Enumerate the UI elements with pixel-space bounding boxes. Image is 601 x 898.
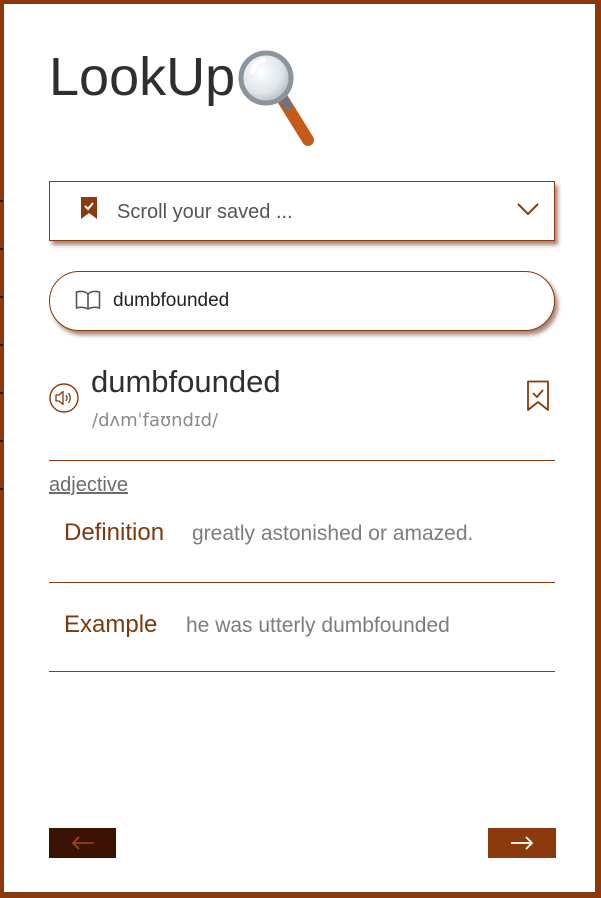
example-label: Example: [64, 611, 158, 638]
speaker-icon[interactable]: [49, 383, 79, 413]
entry-word: dumbfounded: [91, 364, 281, 399]
search-input[interactable]: [113, 288, 513, 314]
example-text: he was utterly dumbfounded: [186, 614, 450, 637]
magnifying-glass-icon: [238, 50, 314, 146]
divider: [49, 460, 555, 461]
phonetic-spelling: /dʌmˈfaʊndɪd/: [92, 410, 219, 431]
chevron-down-icon[interactable]: [517, 202, 539, 216]
search-field[interactable]: [49, 271, 555, 331]
bookmark-icon: [81, 197, 97, 219]
previous-button[interactable]: [49, 828, 116, 858]
definition-label: Definition: [64, 519, 165, 546]
arrow-right-icon: [511, 836, 534, 850]
next-button[interactable]: [488, 828, 556, 858]
bookmark-check-icon[interactable]: [526, 380, 550, 412]
saved-words-dropdown[interactable]: Scroll your saved ...: [49, 181, 555, 241]
divider: [49, 582, 555, 583]
saved-dropdown-label: Scroll your saved ...: [117, 201, 293, 223]
app-title: LookUp: [49, 47, 236, 107]
book-icon: [75, 290, 101, 310]
divider: [49, 671, 555, 672]
part-of-speech: adjective: [49, 474, 128, 496]
arrow-left-icon: [71, 836, 94, 850]
definition-text: greatly astonished or amazed.: [192, 522, 474, 545]
app-panel: LookUp Scroll your saved ... dumbfounded…: [3, 3, 596, 893]
